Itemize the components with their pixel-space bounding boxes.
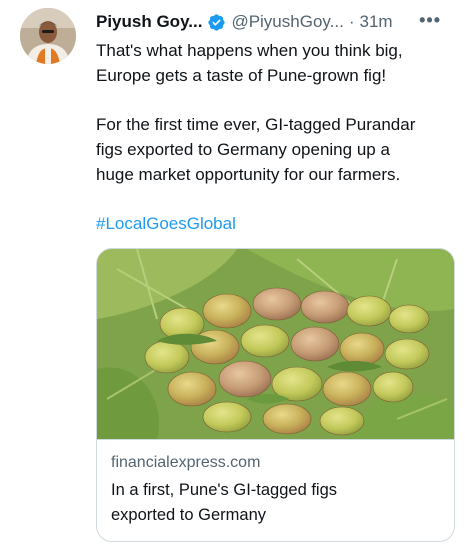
tweet-text-line: That's what happens when you think big, — [96, 41, 403, 60]
link-card-body: financialexpress.com In a first, Pune's … — [97, 439, 454, 541]
handle[interactable]: @PiyushGoy... — [231, 12, 343, 32]
card-title-line: In a first, Pune's GI-tagged figs — [111, 481, 338, 499]
hashtag-link[interactable]: #LocalGoesGlobal — [96, 211, 456, 236]
avatar[interactable] — [20, 8, 76, 64]
verified-badge-icon — [208, 13, 226, 31]
tweet-text-line: huge market opportunity for our farmers. — [96, 165, 401, 184]
more-dots-icon[interactable]: ••• — [419, 10, 441, 31]
tweet-text-line: figs exported to Germany opening up a — [96, 140, 390, 159]
card-title: In a first, Pune's GI-tagged figs export… — [111, 478, 440, 528]
tweet-text-line: For the first time ever, GI-tagged Puran… — [96, 115, 416, 134]
figs-photo-icon — [97, 249, 454, 439]
tweet[interactable]: Piyush Goy... @PiyushGoy... · 31m ••• Th… — [0, 0, 465, 548]
separator: · — [348, 12, 355, 31]
link-card[interactable]: financialexpress.com In a first, Pune's … — [96, 248, 455, 542]
timestamp[interactable]: 31m — [359, 12, 392, 32]
user-avatar-icon — [20, 8, 76, 64]
tweet-text: That's what happens when you think big, … — [96, 38, 456, 236]
tweet-text-line: Europe gets a taste of Pune-grown fig! — [96, 66, 387, 85]
tweet-header: Piyush Goy... @PiyushGoy... · 31m ••• — [96, 10, 451, 34]
card-title-line: exported to Germany — [111, 506, 266, 524]
display-name[interactable]: Piyush Goy... — [96, 12, 202, 32]
card-domain: financialexpress.com — [111, 454, 261, 471]
